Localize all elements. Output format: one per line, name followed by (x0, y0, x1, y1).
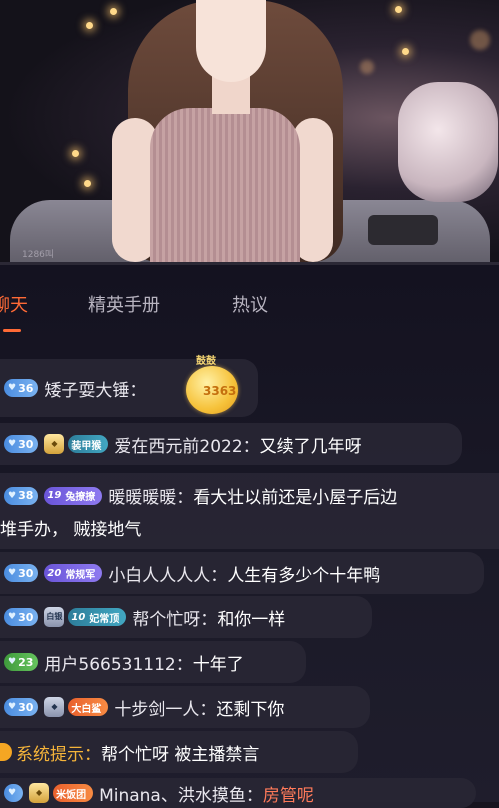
fan-badge: 19 兔撩撩 (44, 486, 103, 505)
video-watermark: 1286叫 (22, 250, 54, 260)
chat-username: 小白人人人人： (108, 565, 228, 586)
heart-icon: ♥ (8, 657, 17, 667)
sticker-number: 3363 (203, 384, 237, 398)
fan-badge: 10 妃常顶 (68, 608, 127, 626)
system-icon (0, 743, 12, 761)
system-text: 帮个忙呀 被主播禁言 (101, 744, 260, 765)
chat-username: 矮子耍大锤： (44, 380, 147, 401)
streamer-face (196, 0, 266, 82)
chat-text-continued: 堆手办， 贼接地气 (0, 520, 142, 540)
fan-badge: 装甲猴 (68, 435, 109, 453)
user-level-badge: ♥ (4, 784, 24, 802)
user-level-badge: ♥ 30 (4, 564, 39, 582)
fan-badge: 米饭团 (53, 784, 94, 802)
chat-username: 用户566531112： (44, 654, 193, 675)
tab-elite-handbook[interactable]: 精英手册 (88, 291, 160, 317)
tab-chat[interactable]: 聊天 (0, 291, 28, 317)
guard-icon: ◆ (44, 697, 65, 717)
streamer-dress (150, 108, 300, 262)
bokeh-blur (470, 30, 490, 50)
user-level-badge: ♥ 36 (4, 379, 39, 397)
chat-message[interactable]: ♥ 38 19 兔撩撩 暖暖暖暖： 看大壮以前还是小屋子后边 堆手办， 贼接地气 (0, 473, 499, 549)
bokeh-light (402, 48, 409, 55)
chat-username: 爱在西元前2022： (114, 436, 260, 457)
bokeh-light (110, 8, 117, 15)
microphone (368, 215, 438, 245)
guard-icon: ◆ (44, 434, 65, 454)
system-message: 系统提示： 帮个忙呀 被主播禁言 (0, 731, 358, 773)
chat-message[interactable]: ♥ ◆ 米饭团 Minana、洪水摸鱼： 房管呢 (0, 778, 476, 808)
heart-icon: ♥ (8, 490, 17, 501)
user-level-badge: ♥ 30 (4, 435, 39, 453)
guard-icon: ◆ (29, 783, 50, 803)
video-player[interactable]: 1286叫 (0, 0, 499, 262)
active-tab-indicator (3, 329, 21, 332)
tab-bar: 聊天 精英手册 热议 (0, 265, 499, 332)
chat-line: ♥ 38 19 兔撩撩 暖暖暖暖： 看大壮以前还是小屋子后边 (0, 483, 397, 508)
chat-text: 人生有多少个十年鸭 (227, 565, 381, 586)
chat-username: 暖暖暖暖： (108, 488, 194, 508)
heart-icon: ♥ (8, 568, 17, 578)
bokeh-light (84, 180, 91, 187)
bokeh-light (72, 150, 79, 157)
bokeh-blur (360, 60, 374, 74)
heart-icon: ♥ (8, 788, 17, 798)
chat-text: 十年了 (192, 654, 244, 675)
guard-badge: 白银 (44, 607, 65, 627)
chat-text: 和你一样 (217, 609, 286, 630)
bokeh-light (395, 6, 402, 13)
heart-icon: ♥ (8, 439, 17, 449)
chat-message[interactable]: ♥ 30 白银 10 妃常顶 帮个忙呀： 和你一样 (0, 596, 372, 638)
sticker-caption: 鼓鼓 (196, 356, 216, 367)
flowers (398, 82, 498, 202)
chat-username: 帮个忙呀： (132, 609, 218, 630)
chat-text: 房管呢 (262, 785, 314, 806)
user-level-badge: ♥ 38 (4, 486, 39, 505)
chat-text: 又续了几年呀 (259, 436, 362, 457)
chat-username: 十步剑一人： (114, 699, 217, 720)
fan-badge: 大白鲨 (68, 698, 109, 716)
chat-text: 还剩下你 (216, 699, 285, 720)
user-level-badge: ♥ 23 (4, 653, 39, 671)
chat-message[interactable]: ♥ 30 20 常规军 小白人人人人： 人生有多少个十年鸭 (0, 552, 484, 594)
user-level-badge: ♥ 30 (4, 698, 39, 716)
chat-message[interactable]: ♥ 23 用户566531112： 十年了 (0, 641, 306, 683)
fan-badge: 20 常规军 (44, 564, 103, 582)
system-label: 系统提示： (16, 744, 101, 765)
heart-icon: ♥ (8, 702, 17, 712)
tab-hot-discussion[interactable]: 热议 (232, 291, 268, 317)
heart-icon: ♥ (8, 383, 17, 393)
heart-icon: ♥ (8, 612, 17, 622)
chat-message[interactable]: ♥ 30 ◆ 装甲猴 爱在西元前2022： 又续了几年呀 (0, 423, 462, 465)
user-level-badge: ♥ 30 (4, 608, 39, 626)
chat-message[interactable]: ♥ 30 ◆ 大白鲨 十步剑一人： 还剩下你 (0, 686, 370, 728)
bokeh-light (86, 22, 93, 29)
chat-username: Minana、洪水摸鱼： (99, 785, 263, 806)
chat-text: 看大壮以前还是小屋子后边 (193, 488, 398, 508)
